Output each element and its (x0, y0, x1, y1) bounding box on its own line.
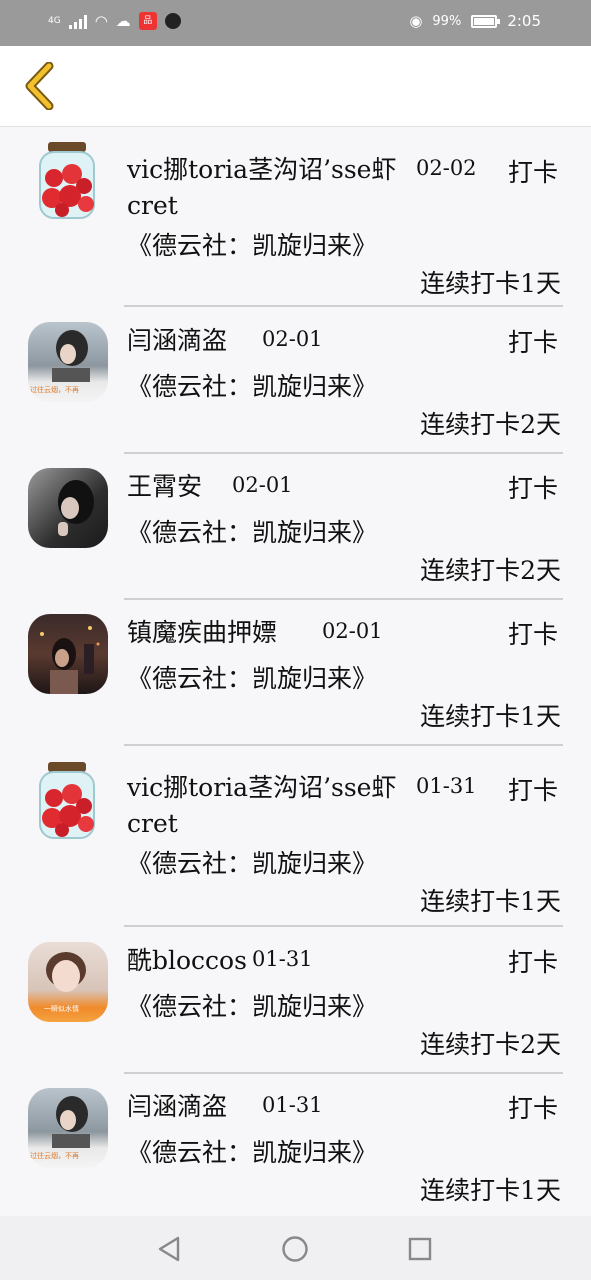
streak-label: 连续打卡2天 (420, 410, 561, 439)
list-item[interactable]: 过往云烟，不再 闫涵滴盗 01-31 打卡 《德云社：凯旋归来》 连续打卡1天 (0, 1074, 591, 1218)
checkin-label[interactable]: 打卡 (508, 153, 558, 189)
checkin-date: 02-01 (262, 327, 323, 351)
avatar[interactable] (34, 140, 100, 220)
checkin-list: vic挪toria茎沟诏’sse虾cret 02-02 打卡 《德云社：凯旋归来… (0, 128, 591, 1218)
list-item[interactable]: vic挪toria茎沟诏’sse虾cret 01-31 打卡 《德云社：凯旋归来… (0, 746, 591, 928)
signal-icon (68, 13, 87, 29)
night-city-image (40, 626, 100, 694)
wifi-icon: ◠ (94, 12, 108, 30)
back-button[interactable] (14, 60, 66, 112)
battery-percent: 99% (432, 13, 462, 29)
book-title: 《德云社：凯旋归来》 (127, 664, 378, 693)
network-type: 4G (48, 16, 61, 26)
checkin-label[interactable]: 打卡 (508, 771, 558, 807)
checkin-date: 01-31 (252, 947, 313, 971)
eye-icon: ◉ (409, 12, 423, 30)
user-name: 闫涵滴盗 (127, 1092, 228, 1121)
avatar-caption: 一瞬似水情 (44, 1004, 79, 1013)
checkin-label[interactable]: 打卡 (508, 1089, 558, 1125)
girl-photo-image: 过往云烟，不再 (30, 330, 90, 394)
book-title: 《德云社：凯旋归来》 (127, 992, 378, 1021)
user-name: 酰bloccos (127, 946, 247, 975)
battery-icon (471, 14, 501, 28)
streak-label: 连续打卡1天 (420, 1176, 561, 1205)
checkin-date: 02-01 (322, 619, 383, 643)
streak-label: 连续打卡1天 (420, 702, 561, 731)
cloud-icon: ☁ (115, 12, 131, 30)
user-name: 王霄安 (127, 472, 203, 501)
checkin-date: 02-01 (232, 473, 293, 497)
circle-home-icon (282, 1236, 308, 1262)
user-name: 镇魔疾曲押嫖 (127, 618, 278, 647)
square-recent-icon (408, 1237, 432, 1261)
book-title: 《德云社：凯旋归来》 (127, 372, 378, 401)
nav-home-button[interactable] (278, 1232, 312, 1266)
header (0, 46, 591, 127)
streak-label: 连续打卡1天 (420, 887, 561, 916)
user-name: vic挪toria茎沟诏’sse虾cret (127, 773, 397, 838)
list-item[interactable]: 过往云烟，不再 闫涵滴盗 02-01 打卡 《德云社：凯旋归来》 连续打卡2天 (0, 308, 591, 454)
avatar-caption: 过往云烟，不再 (30, 385, 79, 394)
user-name: vic挪toria茎沟诏’sse虾cret (127, 155, 397, 220)
strawberry-jar-image (39, 142, 95, 219)
status-bar: 4G ◠ ☁ 品 ◉ 99% 2:05 (0, 0, 591, 46)
checkin-date: 01-31 (416, 774, 477, 798)
app-notification-icon: 品 (138, 12, 157, 30)
avatar[interactable]: 过往云烟，不再 (28, 1088, 108, 1168)
list-item[interactable]: 王霄安 02-01 打卡 《德云社：凯旋归来》 连续打卡2天 (0, 454, 591, 600)
checkin-date: 02-02 (416, 156, 477, 180)
clock: 2:05 (507, 12, 541, 30)
avatar[interactable] (28, 468, 108, 548)
book-title: 《德云社：凯旋归来》 (127, 231, 378, 260)
list-item[interactable]: 一瞬似水情 酰bloccos 01-31 打卡 《德云社：凯旋归来》 连续打卡2… (0, 928, 591, 1074)
girl-photo-image: 过往云烟，不再 (30, 1096, 90, 1160)
strawberry-jar-image (39, 762, 95, 839)
list-item[interactable]: 镇魔疾曲押嫖 02-01 打卡 《德云社：凯旋归来》 连续打卡1天 (0, 600, 591, 746)
streak-label: 连续打卡2天 (420, 1030, 561, 1059)
avatar[interactable] (28, 614, 108, 694)
user-name: 闫涵滴盗 (127, 326, 228, 355)
checkin-label[interactable]: 打卡 (508, 943, 558, 979)
book-title: 《德云社：凯旋归来》 (127, 849, 378, 878)
checkin-label[interactable]: 打卡 (508, 469, 558, 505)
tiktok-icon (164, 13, 181, 29)
divider (124, 305, 563, 307)
avatar[interactable] (34, 760, 100, 840)
nav-recent-button[interactable] (403, 1232, 437, 1266)
divider (124, 925, 563, 927)
checkin-label[interactable]: 打卡 (508, 615, 558, 651)
chevron-left-icon (25, 62, 54, 110)
system-nav-bar (0, 1216, 591, 1280)
avatar[interactable]: 过往云烟，不再 (28, 322, 108, 402)
avatar-caption: 过往云烟，不再 (30, 1151, 79, 1160)
status-left: 4G ◠ ☁ 品 (48, 12, 181, 30)
book-title: 《德云社：凯旋归来》 (127, 518, 378, 547)
avatar[interactable]: 一瞬似水情 (28, 942, 108, 1022)
dark-portrait-image (58, 480, 94, 536)
book-title: 《德云社：凯旋归来》 (127, 1138, 378, 1167)
checkin-label[interactable]: 打卡 (508, 323, 558, 359)
checkin-date: 01-31 (262, 1093, 323, 1117)
status-right: ◉ 99% 2:05 (409, 12, 541, 30)
streak-label: 连续打卡1天 (420, 269, 561, 298)
face-photo-image: 一瞬似水情 (44, 952, 86, 1013)
nav-back-button[interactable] (152, 1232, 186, 1266)
list-item[interactable]: vic挪toria茎沟诏’sse虾cret 02-02 打卡 《德云社：凯旋归来… (0, 128, 591, 308)
triangle-back-icon (158, 1236, 180, 1262)
streak-label: 连续打卡2天 (420, 556, 561, 585)
